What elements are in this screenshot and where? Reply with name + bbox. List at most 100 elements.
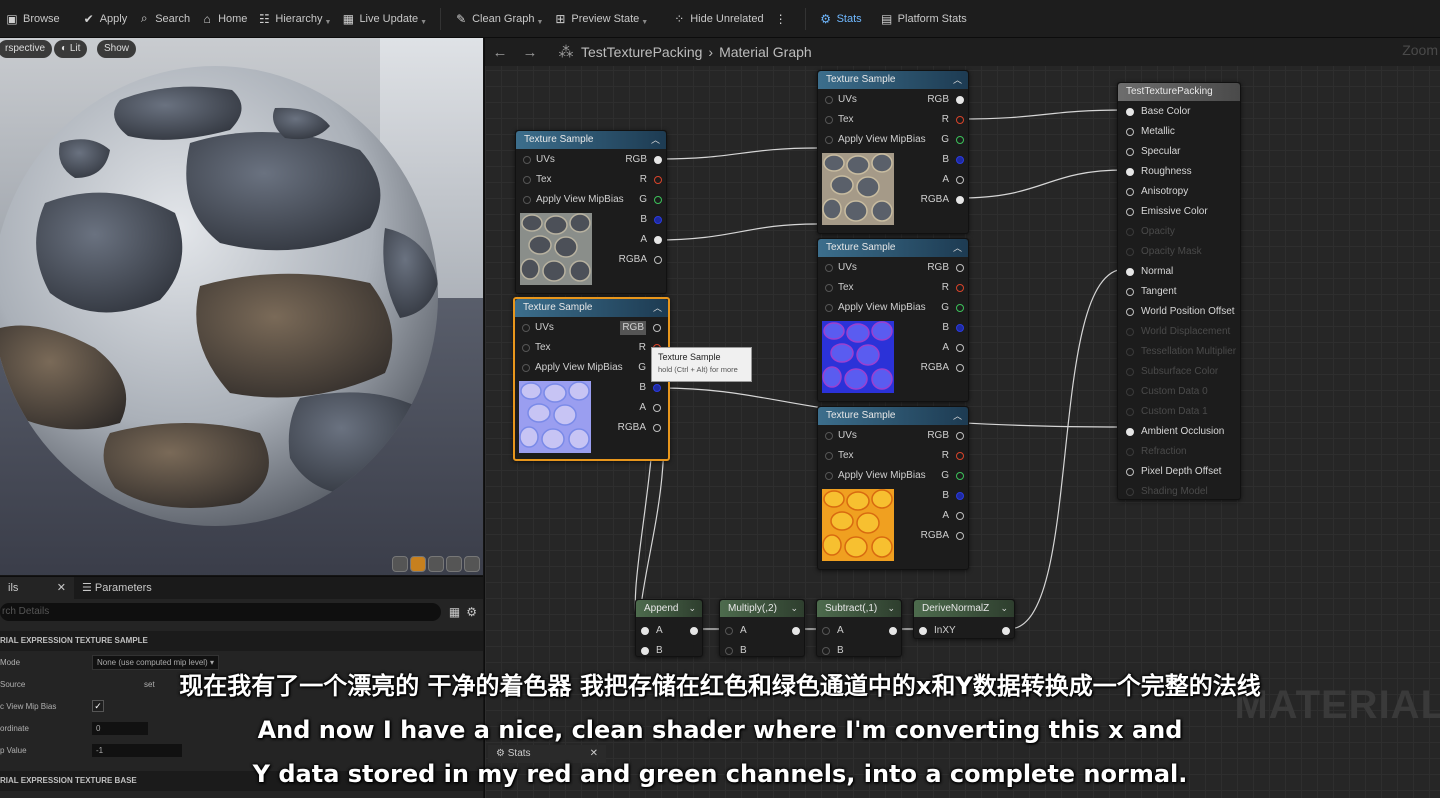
- material-result-node[interactable]: TestTexturePacking Base Color Metallic S…: [1117, 82, 1241, 500]
- mip-input-pin[interactable]: [825, 304, 833, 312]
- rgba-output-pin[interactable]: [956, 196, 964, 204]
- node-header[interactable]: TestTexturePacking: [1118, 83, 1240, 101]
- output-pin[interactable]: [1002, 627, 1010, 635]
- sphere-shape-icon[interactable]: [410, 556, 426, 572]
- node-header[interactable]: Subtract(,1) ⌄: [817, 600, 901, 617]
- chevron-down-icon[interactable]: ⌄: [887, 600, 895, 617]
- show-button[interactable]: Show: [97, 40, 137, 58]
- b-input-pin[interactable]: [822, 647, 830, 655]
- collapse-chevron-icon[interactable]: ︿: [953, 71, 962, 89]
- uvs-input-pin[interactable]: [522, 324, 530, 332]
- a-input-pin[interactable]: [725, 627, 733, 635]
- gear-icon[interactable]: ⚙: [466, 605, 477, 619]
- pin[interactable]: [1126, 108, 1134, 116]
- cylinder-shape-icon[interactable]: [392, 556, 408, 572]
- details-search-input[interactable]: rch Details: [0, 603, 441, 621]
- chevron-down-icon[interactable]: ⌄: [1000, 600, 1008, 617]
- pin[interactable]: [1126, 208, 1134, 216]
- search-button[interactable]: ⌕ Search: [132, 0, 195, 38]
- r-output-pin[interactable]: [956, 284, 964, 292]
- texture-sample-node-1[interactable]: Texture Sample ︿ UVs RGB Tex R Apply View M…: [515, 130, 667, 294]
- pin[interactable]: [1126, 188, 1134, 196]
- rgb-output-pin[interactable]: [956, 264, 964, 272]
- collapse-chevron-icon[interactable]: ︿: [953, 407, 962, 425]
- pin[interactable]: [1126, 468, 1134, 476]
- plane-shape-icon[interactable]: [428, 556, 444, 572]
- node-header[interactable]: Texture Sample ︿: [516, 131, 666, 149]
- stats-toggle-button[interactable]: ⚙ Stats: [814, 0, 867, 38]
- node-header[interactable]: Texture Sample ︿: [818, 407, 968, 425]
- subtract-node[interactable]: Subtract(,1) ⌄ A B: [816, 599, 902, 657]
- pin[interactable]: [1126, 148, 1134, 156]
- b-input-pin[interactable]: [725, 647, 733, 655]
- lit-button[interactable]: ◐ Lit: [54, 40, 88, 58]
- apply-button[interactable]: ✔ Apply: [77, 0, 133, 38]
- g-output-pin[interactable]: [956, 304, 964, 312]
- r-output-pin[interactable]: [956, 452, 964, 460]
- hierarchy-button[interactable]: ☷ Hierarchy ▼: [252, 0, 336, 38]
- node-header[interactable]: DeriveNormalZ ⌄: [914, 600, 1014, 617]
- pin[interactable]: [1126, 308, 1134, 316]
- tex-input-pin[interactable]: [825, 116, 833, 124]
- multiply-node[interactable]: Multiply(,2) ⌄ A B: [719, 599, 805, 657]
- mip-input-pin[interactable]: [522, 364, 530, 372]
- texture-sample-node-2[interactable]: Texture Sample ︿ UVs RGB Tex R Apply View M…: [513, 297, 670, 461]
- a-input-pin[interactable]: [641, 627, 649, 635]
- r-output-pin[interactable]: [654, 176, 662, 184]
- close-icon[interactable]: ✕: [57, 577, 66, 599]
- pin[interactable]: [1126, 268, 1134, 276]
- tab-details[interactable]: ils ✕: [0, 577, 74, 599]
- a-output-pin[interactable]: [653, 404, 661, 412]
- b-output-pin[interactable]: [956, 492, 964, 500]
- cube-shape-icon[interactable]: [446, 556, 462, 572]
- tab-parameters[interactable]: ☰ Parameters: [74, 577, 160, 599]
- hide-unrelated-button[interactable]: ⁘ Hide Unrelated: [667, 0, 768, 38]
- g-output-pin[interactable]: [956, 136, 964, 144]
- uvs-input-pin[interactable]: [825, 264, 833, 272]
- b-output-pin[interactable]: [654, 216, 662, 224]
- rgba-output-pin[interactable]: [653, 424, 661, 432]
- rgb-output-pin[interactable]: [956, 432, 964, 440]
- uvs-input-pin[interactable]: [825, 432, 833, 440]
- output-pin[interactable]: [690, 627, 698, 635]
- home-button[interactable]: ⌂ Home: [195, 0, 252, 38]
- g-output-pin[interactable]: [956, 472, 964, 480]
- texture-sample-node-4[interactable]: Texture Sample ︿ UVs RGB Tex R Apply View M…: [817, 238, 969, 402]
- mip-input-pin[interactable]: [825, 472, 833, 480]
- category-texture-sample[interactable]: RIAL EXPRESSION TEXTURE SAMPLE: [0, 631, 483, 651]
- rgba-output-pin[interactable]: [654, 256, 662, 264]
- b-output-pin[interactable]: [956, 156, 964, 164]
- a-output-pin[interactable]: [956, 512, 964, 520]
- node-header[interactable]: Texture Sample ︿: [515, 299, 668, 317]
- pin[interactable]: [1126, 288, 1134, 296]
- collapse-chevron-icon[interactable]: ︿: [653, 299, 662, 317]
- perspective-button[interactable]: rspective: [0, 40, 53, 58]
- inxy-input-pin[interactable]: [919, 627, 927, 635]
- browse-button[interactable]: ▣ Browse: [0, 0, 65, 38]
- pin[interactable]: [1126, 128, 1134, 136]
- output-pin[interactable]: [792, 627, 800, 635]
- a-output-pin[interactable]: [654, 236, 662, 244]
- platform-stats-button[interactable]: ▤ Platform Stats: [875, 0, 972, 38]
- preview-viewport[interactable]: rspective ◐ Lit Show: [0, 38, 483, 575]
- collapse-chevron-icon[interactable]: ︿: [651, 131, 660, 149]
- rgb-output-pin[interactable]: [956, 96, 964, 104]
- teapot-shape-icon[interactable]: [464, 556, 480, 572]
- b-output-pin[interactable]: [956, 324, 964, 332]
- b-output-pin[interactable]: [653, 384, 661, 392]
- output-pin[interactable]: [889, 627, 897, 635]
- rgb-output-pin[interactable]: [653, 324, 661, 332]
- node-header[interactable]: Append ⌄: [636, 600, 702, 617]
- tex-input-pin[interactable]: [523, 176, 531, 184]
- live-update-button[interactable]: ▦ Live Update ▼: [336, 0, 432, 38]
- chevron-down-icon[interactable]: ⌄: [790, 600, 798, 617]
- a-output-pin[interactable]: [956, 344, 964, 352]
- uvs-input-pin[interactable]: [825, 96, 833, 104]
- more-options-button[interactable]: ⋮: [769, 0, 797, 38]
- mip-input-pin[interactable]: [825, 136, 833, 144]
- texture-sample-node-5[interactable]: Texture Sample ︿ UVs RGB Tex R Apply View M…: [817, 406, 969, 570]
- uvs-input-pin[interactable]: [523, 156, 531, 164]
- pin[interactable]: [1126, 168, 1134, 176]
- pin[interactable]: [1126, 428, 1134, 436]
- chevron-down-icon[interactable]: ⌄: [688, 600, 696, 617]
